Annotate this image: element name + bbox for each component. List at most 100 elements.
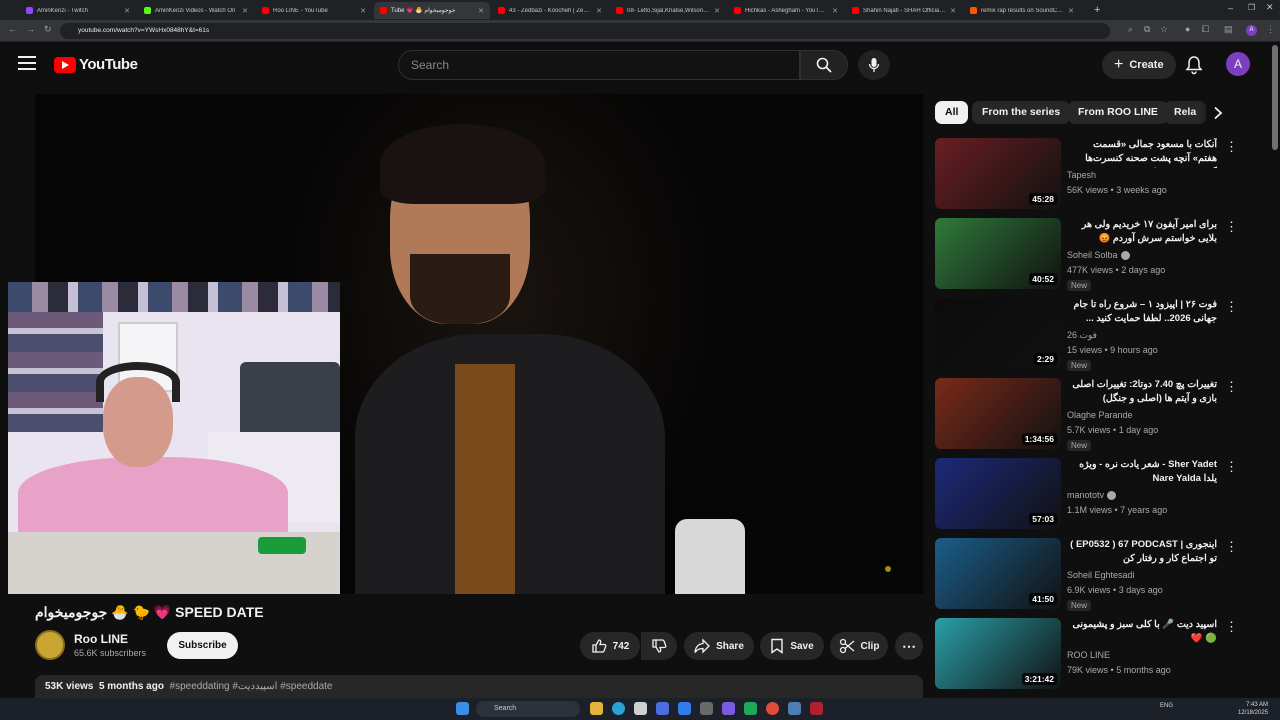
search-button[interactable] (800, 50, 848, 80)
browser-tab[interactable]: Shahin Najafi - SHAH Official M ✕ (846, 2, 962, 19)
browser-tab[interactable]: 43 - Zedbazi - Koocheh | Zedbazi ✕ (492, 2, 608, 19)
windows-start-icon[interactable] (456, 702, 469, 715)
more-vertical-icon[interactable]: ⋮ (1225, 380, 1238, 396)
taskbar-clock[interactable]: 7:43 AM 12/18/2025 (1238, 701, 1268, 717)
taskbar-search[interactable]: Search (476, 701, 580, 717)
app-icon-4[interactable] (722, 702, 735, 715)
related-channel[interactable]: ROO LINE (1067, 650, 1110, 660)
related-channel[interactable]: Soheil Solba (1067, 250, 1130, 261)
related-thumbnail[interactable]: 41:50 (935, 538, 1061, 609)
restore-icon[interactable]: ❐ (1248, 3, 1255, 12)
related-channel[interactable]: Olaghe Parande (1067, 410, 1133, 420)
related-title[interactable]: Sher Yadet - شعر یادت نره - ویژه یلدا Na… (1067, 458, 1217, 486)
file-explorer-icon[interactable] (590, 702, 603, 715)
hashtags[interactable]: #speeddating #اسپیددیت #speeddate (170, 681, 333, 692)
share-button[interactable]: Share (684, 632, 754, 660)
more-actions-button[interactable]: ⋯ (895, 632, 923, 660)
system-tray-language[interactable]: ENG (1160, 703, 1173, 709)
channel-name[interactable]: Roo LINE (74, 632, 128, 646)
tab-close-icon[interactable]: ✕ (242, 7, 248, 15)
clip-button[interactable]: Clip (830, 632, 888, 660)
browser-tab[interactable]: Roo LINE - YouTube ✕ (256, 2, 372, 19)
voice-search-button[interactable] (858, 50, 890, 80)
browser-menu-icon[interactable]: ⋮ (1266, 24, 1275, 35)
app-icon-3[interactable] (700, 702, 713, 715)
more-vertical-icon[interactable]: ⋮ (1225, 540, 1238, 556)
hamburger-menu-icon[interactable] (18, 56, 36, 70)
puzzle-icon[interactable]: ⧠ (1202, 24, 1209, 35)
related-thumbnail[interactable]: 1:34:56 (935, 378, 1061, 449)
more-vertical-icon[interactable]: ⋮ (1225, 300, 1238, 316)
app-icon-5[interactable] (744, 702, 757, 715)
edge-icon[interactable] (612, 702, 625, 715)
account-avatar[interactable]: A (1226, 52, 1250, 76)
install-icon[interactable]: ⧉ (1144, 24, 1150, 35)
browser-tab[interactable]: 08- Lelto,Sijal,Khalse,Wilson,Sa ✕ (610, 2, 726, 19)
more-vertical-icon[interactable]: ⋮ (1225, 460, 1238, 476)
related-thumbnail[interactable]: 57:03 (935, 458, 1061, 529)
back-icon[interactable]: ← (8, 24, 17, 34)
tab-close-icon[interactable]: ✕ (478, 7, 484, 15)
browser-tab[interactable]: Hichkas - Ashegham - YouTube ✕ (728, 2, 844, 19)
minimize-icon[interactable]: – (1228, 3, 1233, 13)
related-channel[interactable]: manototv (1067, 490, 1117, 501)
chip-from-roo-line[interactable]: From ROO LINE (1068, 101, 1168, 124)
related-video-item[interactable]: 45:28 آنکات با مسعود جمالی «قسمت هفتم» آن… (935, 138, 1245, 212)
chrome-icon[interactable] (766, 702, 779, 715)
app-icon-6[interactable] (810, 702, 823, 715)
browser-tab[interactable]: AminKenzi Videos - Watch On ✕ (138, 2, 254, 19)
related-thumbnail[interactable]: 3:21:42 (935, 618, 1061, 689)
new-tab-button[interactable]: + (1094, 4, 1100, 16)
tab-close-icon[interactable]: ✕ (360, 7, 366, 15)
related-thumbnail[interactable]: 2:29 (935, 298, 1061, 369)
tab-close-icon[interactable]: ✕ (124, 7, 130, 15)
tab-close-icon[interactable]: ✕ (714, 7, 720, 15)
tab-close-icon[interactable]: ✕ (596, 7, 602, 15)
related-channel[interactable]: فوت 26 (1067, 330, 1097, 341)
related-title[interactable]: فوت ۲۶ | اپیزود ۱ – شروع راه تا جام جهان… (1067, 298, 1217, 326)
more-vertical-icon[interactable]: ⋮ (1225, 620, 1238, 636)
related-title[interactable]: تغییرات پچ 7.40 دوتا2: تغییرات اصلی بازی… (1067, 378, 1217, 406)
browser-tab[interactable]: remix rap results on SoundClou ✕ (964, 2, 1080, 19)
description-box[interactable]: 53K views 5 months ago #speeddating #اسپ… (35, 675, 923, 700)
notifications-bell-icon[interactable] (1184, 55, 1204, 75)
related-video-item[interactable]: 41:50 اینجوری | EP0532 ) 67 PODCAST ) تو … (935, 538, 1245, 612)
related-video-item[interactable]: 3:21:42 اسپید دیت 🎤 با کلی سبز و پشیمونی … (935, 618, 1245, 692)
zoom-icon[interactable]: ⌕ (1128, 24, 1133, 35)
related-title[interactable]: اسپید دیت 🎤 با کلی سبز و پشیمونی 🟢 ❤️ (1067, 618, 1217, 646)
related-channel[interactable]: Tapesh (1067, 170, 1096, 180)
channel-avatar[interactable] (35, 630, 65, 660)
related-title[interactable]: آنکات با مسعود جمالی «قسمت هفتم» آنچه پش… (1067, 138, 1217, 168)
chip-from-the-series[interactable]: From the series (972, 101, 1071, 124)
related-title[interactable]: اینجوری | EP0532 ) 67 PODCAST ) تو اجتما… (1067, 538, 1217, 566)
save-button[interactable]: Save (760, 632, 824, 660)
steam-icon[interactable] (788, 702, 801, 715)
related-video-item[interactable]: 1:34:56 تغییرات پچ 7.40 دوتا2: تغییرات اص… (935, 378, 1245, 452)
create-button[interactable]: + Create (1102, 51, 1176, 79)
search-input[interactable]: Search (398, 50, 800, 80)
profile-avatar[interactable]: A (1246, 25, 1257, 36)
browser-tab[interactable]: AminKenzi - Twitch ✕ (20, 2, 136, 19)
related-video-item[interactable]: 57:03 Sher Yadet - شعر یادت نره - ویژه یل… (935, 458, 1245, 532)
related-thumbnail[interactable]: 40:52 (935, 218, 1061, 289)
related-thumbnail[interactable]: 45:28 (935, 138, 1061, 209)
forward-icon[interactable]: → (26, 24, 35, 34)
page-scrollbar-thumb[interactable] (1272, 45, 1278, 150)
bookmark-star-icon[interactable]: ☆ (1160, 24, 1168, 35)
related-channel[interactable]: Soheil Eghtesadi (1067, 570, 1135, 580)
extension-icon[interactable]: ● (1185, 24, 1190, 34)
close-window-icon[interactable]: ✕ (1266, 2, 1274, 13)
sidebar-icon[interactable]: ▤ (1224, 24, 1233, 35)
browser-tab[interactable]: Tube 💗 🐣 جوجومیخوام ✕ (374, 2, 490, 19)
dislike-button[interactable] (641, 632, 677, 660)
youtube-logo[interactable]: YouTube (54, 56, 138, 73)
chip-all[interactable]: All (935, 101, 969, 124)
reload-icon[interactable]: ↻ (44, 24, 52, 35)
tab-close-icon[interactable]: ✕ (832, 7, 838, 15)
subscribe-button[interactable]: Subscribe (167, 632, 238, 659)
url-field[interactable]: youtube.com/watch?v=YWsHx0848hY&t=61s (60, 23, 1110, 39)
related-video-item[interactable]: 40:52 برای امیر آیفون ۱۷ خریدیم ولی هر بل… (935, 218, 1245, 292)
chevron-right-icon[interactable] (1212, 106, 1224, 120)
app-icon-1[interactable] (656, 702, 669, 715)
like-button[interactable]: 742 (580, 632, 640, 660)
